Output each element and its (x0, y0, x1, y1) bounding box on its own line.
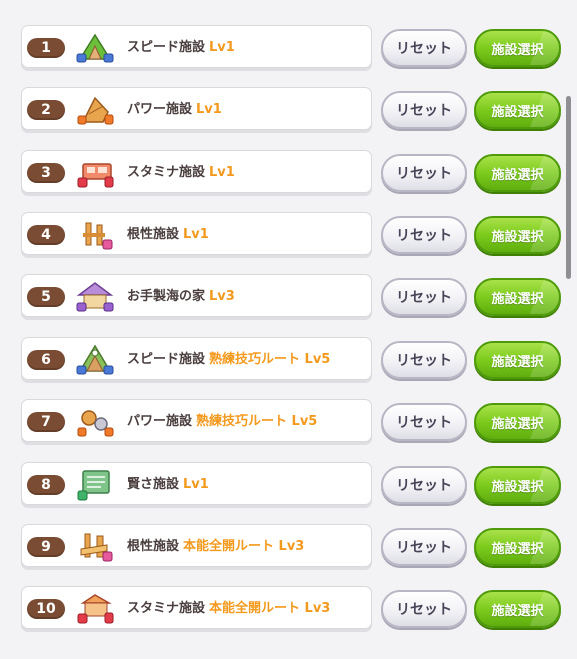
facility-label: スピード施設 Lv1 (127, 26, 235, 69)
power-facility-icon (77, 96, 114, 125)
speed-facility-icon (76, 344, 114, 375)
select-facility-button[interactable]: 施設選択 (474, 216, 561, 254)
facility-card: 2 パワー施設 Lv1 (21, 87, 372, 130)
reset-button[interactable]: リセット (381, 216, 467, 254)
select-facility-button[interactable]: 施設選択 (474, 341, 561, 379)
reset-button[interactable]: リセット (381, 341, 467, 379)
select-facility-button[interactable]: 施設選択 (474, 91, 561, 129)
slot-number-badge: 2 (27, 100, 65, 120)
facility-name: パワー施設 (127, 414, 193, 429)
facility-card: 1 スピード施設 Lv1 (21, 25, 372, 68)
stamina-facility-icon (77, 163, 114, 188)
facility-name: スタミナ施設 (127, 601, 206, 616)
facility-row: 5 お手製海の家 Lv3 リセット 施設選択 (0, 274, 577, 336)
facility-row: 3 スタミナ施設 Lv1 リセット 施設選択 (0, 150, 577, 212)
facility-name: 賢さ施設 (127, 477, 180, 492)
facility-row: 1 スピード施設 Lv1 リセット 施設選択 (0, 25, 577, 87)
facility-level: 本能全開ルート Lv3 (183, 539, 305, 554)
facility-label: お手製海の家 Lv3 (127, 275, 235, 318)
facility-row: 7 パワー施設 熟練技巧ルート Lv5 リセット 施設選択 (0, 399, 577, 461)
facility-card: 7 パワー施設 熟練技巧ルート Lv5 (21, 399, 372, 442)
reset-button[interactable]: リセット (381, 154, 467, 192)
reset-button[interactable]: リセット (381, 403, 467, 441)
select-facility-button[interactable]: 施設選択 (474, 528, 561, 566)
reset-button[interactable]: リセット (381, 91, 467, 129)
facility-label: 根性施設 本能全開ルート Lv3 (127, 525, 304, 568)
facility-row: 2 パワー施設 Lv1 リセット 施設選択 (0, 87, 577, 149)
facility-level: 本能全開ルート Lv3 (209, 601, 331, 616)
facility-list: 1 スピード施設 Lv1 リセット 施設選択 2 パワー施設 Lv1 リセット … (0, 0, 577, 659)
facility-label: スピード施設 熟練技巧ルート Lv5 (127, 338, 330, 381)
slot-number-badge: 1 (27, 38, 65, 58)
guts-facility-icon (80, 533, 113, 562)
facility-card: 8 賢さ施設 Lv1 (21, 462, 372, 505)
facility-row: 9 根性施設 本能全開ルート Lv3 リセット 施設選択 (0, 524, 577, 586)
facility-level: Lv1 (183, 227, 209, 242)
facility-label: スタミナ施設 Lv1 (127, 151, 235, 194)
facility-level: Lv1 (183, 477, 209, 492)
facility-name: 根性施設 (127, 539, 180, 554)
facility-level: Lv1 (196, 102, 222, 117)
slot-number-badge: 6 (27, 350, 65, 370)
slot-number-badge: 4 (27, 225, 65, 245)
select-facility-button[interactable]: 施設選択 (474, 154, 561, 192)
facility-card: 9 根性施設 本能全開ルート Lv3 (21, 524, 372, 567)
facility-card: 10 スタミナ施設 本能全開ルート Lv3 (21, 586, 372, 629)
facility-name: スピード施設 (127, 352, 206, 367)
facility-card: 4 根性施設 Lv1 (21, 212, 372, 255)
slot-number-badge: 8 (27, 475, 65, 495)
reset-button[interactable]: リセット (381, 528, 467, 566)
guts-facility-icon (83, 222, 113, 250)
facility-card: 3 スタミナ施設 Lv1 (21, 150, 372, 193)
facility-level: 熟練技巧ルート Lv5 (209, 352, 331, 367)
facility-label: 賢さ施設 Lv1 (127, 463, 209, 506)
facility-label: スタミナ施設 本能全開ルート Lv3 (127, 587, 330, 630)
facility-level: 熟練技巧ルート Lv5 (196, 414, 318, 429)
slot-number-badge: 10 (27, 599, 65, 619)
facility-level: Lv3 (209, 289, 235, 304)
select-facility-button[interactable]: 施設選択 (474, 29, 561, 67)
slot-number-badge: 3 (27, 163, 65, 183)
facility-level: Lv1 (209, 40, 235, 55)
stamina-facility-icon (77, 594, 114, 624)
slot-number-badge: 9 (27, 537, 65, 557)
select-facility-button[interactable]: 施設選択 (474, 466, 561, 504)
facility-level: Lv1 (209, 165, 235, 180)
facility-label: 根性施設 Lv1 (127, 213, 209, 256)
wisdom-facility-icon (77, 470, 110, 501)
slot-number-badge: 7 (27, 412, 65, 432)
facility-card: 5 お手製海の家 Lv3 (21, 274, 372, 317)
facility-name: スタミナ施設 (127, 165, 206, 180)
beach-house-icon (76, 282, 114, 312)
select-facility-button[interactable]: 施設選択 (474, 590, 561, 628)
select-facility-button[interactable]: 施設選択 (474, 403, 561, 441)
facility-row: 4 根性施設 Lv1 リセット 施設選択 (0, 212, 577, 274)
facility-name: お手製海の家 (127, 289, 206, 304)
reset-button[interactable]: リセット (381, 590, 467, 628)
reset-button[interactable]: リセット (381, 29, 467, 67)
facility-row: 10 スタミナ施設 本能全開ルート Lv3 リセット 施設選択 (0, 586, 577, 648)
reset-button[interactable]: リセット (381, 278, 467, 316)
reset-button[interactable]: リセット (381, 466, 467, 504)
facility-row: 8 賢さ施設 Lv1 リセット 施設選択 (0, 462, 577, 524)
slot-number-badge: 5 (27, 287, 65, 307)
facility-name: スピード施設 (127, 40, 206, 55)
power-facility-icon (77, 410, 114, 437)
facility-row: 6 スピード施設 熟練技巧ルート Lv5 リセット 施設選択 (0, 337, 577, 399)
facility-label: パワー施設 Lv1 (127, 88, 222, 131)
facility-card: 6 スピード施設 熟練技巧ルート Lv5 (21, 337, 372, 380)
facility-label: パワー施設 熟練技巧ルート Lv5 (127, 400, 317, 443)
facility-name: 根性施設 (127, 227, 180, 242)
select-facility-button[interactable]: 施設選択 (474, 278, 561, 316)
facility-name: パワー施設 (127, 102, 193, 117)
scrollbar[interactable] (566, 96, 571, 279)
speed-facility-icon (76, 33, 114, 63)
